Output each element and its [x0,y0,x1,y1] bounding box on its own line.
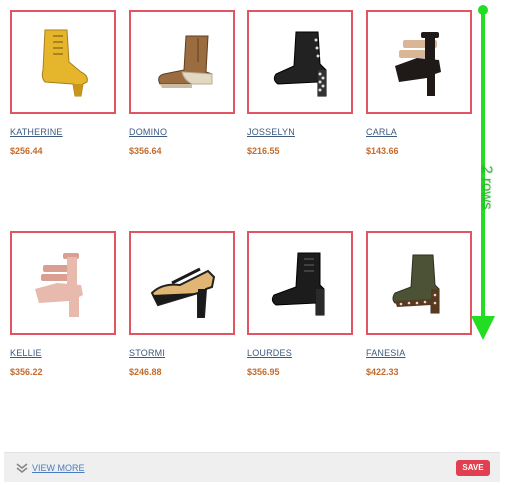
product-name-link[interactable]: FANESIA [366,348,472,358]
rows-annotation-label: 2 rows [478,165,496,210]
product-card: KELLIE $356.22 [10,231,116,377]
product-grid: KATHERINE $256.44 DOMINO $356.64 JOSSELY… [0,0,505,440]
product-card: STORMI $246.88 [129,231,235,377]
product-image-fanesia[interactable] [366,231,472,335]
product-name-link[interactable]: STORMI [129,348,235,358]
product-name-link[interactable]: DOMINO [129,127,235,137]
view-more-link[interactable]: VIEW MORE [32,463,85,473]
product-name-link[interactable]: KATHERINE [10,127,116,137]
product-name-link[interactable]: JOSSELYN [247,127,353,137]
shoe-icon [158,35,213,88]
shoe-icon [41,29,88,97]
shoe-icon [395,32,441,96]
product-price: $143.66 [366,146,399,156]
product-image-katherine[interactable] [10,10,116,114]
product-image-josselyn[interactable] [247,10,353,114]
product-price: $422.33 [366,367,399,377]
shoe-icon [271,252,325,316]
product-price: $256.44 [10,146,43,156]
product-card: LOURDES $356.95 [247,231,353,377]
product-card: JOSSELYN $216.55 [247,10,353,156]
product-card: CARLA $143.66 [366,10,472,156]
product-price: $216.55 [247,146,280,156]
product-image-domino[interactable] [129,10,235,114]
product-name-link[interactable]: LOURDES [247,348,353,358]
product-card: FANESIA $422.33 [366,231,472,377]
save-button[interactable]: SAVE [456,460,490,476]
product-image-kellie[interactable] [10,231,116,335]
product-card: KATHERINE $256.44 [10,10,116,156]
product-price: $356.95 [247,367,280,377]
product-name-link[interactable]: CARLA [366,127,472,137]
footer-bar: VIEW MORE SAVE [4,452,500,482]
shoe-icon [392,254,440,314]
shoe-icon [35,253,83,317]
product-price: $246.88 [129,367,162,377]
double-chevron-down-icon[interactable] [16,462,28,474]
product-image-carla[interactable] [366,10,472,114]
product-price: $356.64 [129,146,162,156]
shoe-icon [273,31,327,97]
shoe-icon [150,267,216,318]
product-card: DOMINO $356.64 [129,10,235,156]
product-name-link[interactable]: KELLIE [10,348,116,358]
product-price: $356.22 [10,367,43,377]
product-image-lourdes[interactable] [247,231,353,335]
product-image-stormi[interactable] [129,231,235,335]
